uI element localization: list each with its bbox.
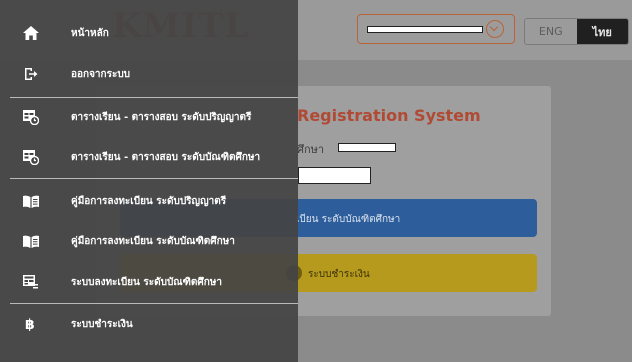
user-select[interactable]: [357, 14, 515, 44]
menu-item-label: ระบบชำระเงิน: [71, 319, 133, 330]
baht-icon: ฿: [21, 315, 41, 333]
menu-item-home[interactable]: หน้าหลัก: [0, 16, 298, 50]
menu-item-label: หน้าหลัก: [71, 28, 109, 39]
menu-item-label: ตารางเรียน - ตารางสอบ ระดับบัณฑิตศึกษา: [71, 152, 261, 163]
menu-item-label: ระบบลงทะเบียน ระดับบัณฑิตศึกษา: [71, 277, 222, 288]
student-label: ศึกษา: [297, 143, 325, 156]
student-id-redacted: [338, 143, 396, 152]
registration-icon: [21, 273, 41, 291]
svg-text:฿: ฿: [25, 317, 35, 332]
book-icon: [21, 192, 41, 210]
lang-eng-button[interactable]: ENG: [525, 19, 577, 44]
schedule-icon: [21, 108, 41, 126]
menu-item-manual-undergrad[interactable]: คู่มือการลงทะเบียน ระดับปริญญาตรี: [0, 184, 298, 218]
menu-item-label: คู่มือการลงทะเบียน ระดับปริญญาตรี: [71, 196, 227, 207]
payment-label: ระบบชำระเงิน: [308, 269, 370, 280]
menu-item-label: คู่มือการลงทะเบียน ระดับบัณฑิตศึกษา: [71, 236, 235, 247]
menu-divider: [10, 97, 298, 98]
home-icon: [21, 24, 41, 42]
menu-item-logout[interactable]: ออกจากระบบ: [0, 57, 298, 91]
menu-item-manual-graduate[interactable]: คู่มือการลงทะเบียน ระดับบัณฑิตศึกษา: [0, 224, 298, 258]
menu-item-payment[interactable]: ฿ ระบบชำระเงิน: [0, 307, 298, 341]
user-name-redacted: [367, 26, 483, 33]
schedule-icon: [21, 148, 41, 166]
logout-icon: [21, 65, 41, 83]
side-drawer: หน้าหลัก ออกจากระบบ ตารางเรียน - ตารางสอ…: [0, 0, 298, 362]
menu-item-label: ตารางเรียน - ตารางสอบ ระดับปริญญาตรี: [71, 112, 252, 123]
card-title: Registration System: [297, 106, 481, 125]
graduate-registration-label: เบียน ระดับบัณฑิตศึกษา: [296, 214, 401, 225]
menu-item-schedule-graduate[interactable]: ตารางเรียน - ตารางสอบ ระดับบัณฑิตศึกษา: [0, 140, 298, 174]
chevron-down-icon[interactable]: [486, 20, 504, 38]
lang-thai-button[interactable]: ไทย: [576, 19, 628, 44]
menu-divider: [10, 178, 298, 179]
menu-item-registration-graduate[interactable]: ระบบลงทะเบียน ระดับบัณฑิตศึกษา: [0, 265, 298, 299]
book-icon: [21, 232, 41, 250]
menu-item-schedule-undergrad[interactable]: ตารางเรียน - ตารางสอบ ระดับปริญญาตรี: [0, 100, 298, 134]
language-switch[interactable]: ENG ไทย: [524, 18, 629, 45]
student-name-redacted: [298, 167, 371, 184]
menu-divider: [10, 303, 298, 304]
menu-item-label: ออกจากระบบ: [71, 69, 131, 80]
